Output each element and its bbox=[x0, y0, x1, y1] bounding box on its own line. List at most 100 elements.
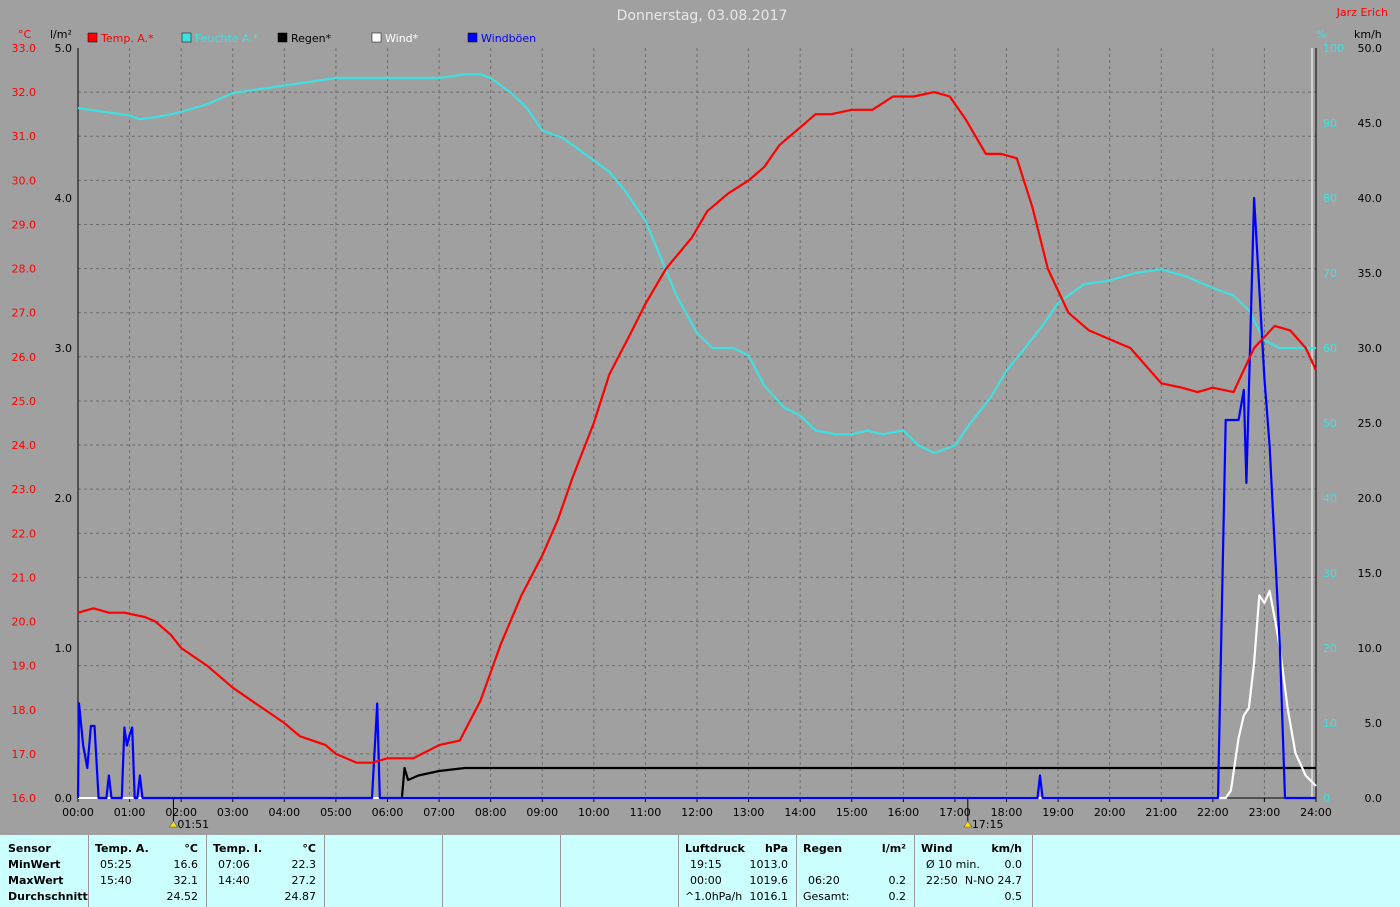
x-tick-label: 13:00 bbox=[733, 806, 765, 819]
temp-tick-label: 22.0 bbox=[12, 527, 37, 540]
sunset-icon bbox=[963, 820, 973, 828]
sunrise-icon bbox=[168, 820, 178, 828]
temp-tick-label: 16.0 bbox=[12, 792, 37, 805]
wind-tick-label: 25.0 bbox=[1358, 417, 1383, 430]
humidity-tick-label: 50 bbox=[1323, 417, 1337, 430]
temp-i-header: Temp. I. bbox=[213, 842, 263, 855]
pressure-avg-value: 1016.1 bbox=[749, 890, 789, 903]
temp-i-avg-value: 24.87 bbox=[284, 890, 317, 903]
x-tick-label: 20:00 bbox=[1094, 806, 1126, 819]
x-tick-label: 07:00 bbox=[423, 806, 455, 819]
temp-tick-label: 28.0 bbox=[12, 263, 37, 276]
x-tick-label: 11:00 bbox=[630, 806, 662, 819]
x-tick-label: 09:00 bbox=[526, 806, 558, 819]
rain-tick-label: 5.0 bbox=[55, 42, 73, 55]
pressure-header: Luftdruck bbox=[685, 842, 745, 855]
rain-max-time: 06:20 bbox=[808, 874, 840, 887]
legend-swatch bbox=[87, 32, 98, 43]
wind-max-value: N-NO 24.7 bbox=[964, 874, 1022, 887]
x-tick-label: 22:00 bbox=[1197, 806, 1229, 819]
humidity-tick-label: 80 bbox=[1323, 192, 1337, 205]
humidity-unit-label: % bbox=[1316, 28, 1326, 41]
panel-divider bbox=[914, 835, 915, 907]
rain-tick-label: 2.0 bbox=[55, 492, 73, 505]
panel-divider bbox=[88, 835, 89, 907]
pressure-min-time: 19:15 bbox=[690, 858, 722, 871]
rain-tick-label: 1.0 bbox=[55, 642, 73, 655]
legend-label: Regen* bbox=[291, 32, 332, 45]
temp-i-min-value: 22.3 bbox=[291, 858, 317, 871]
wind-max-time: 22:50 bbox=[926, 874, 958, 887]
panel-divider bbox=[442, 835, 443, 907]
x-tick-label: 12:00 bbox=[681, 806, 713, 819]
rain-unit: l/m² bbox=[881, 842, 906, 855]
wind-tick-label: 0.0 bbox=[1365, 792, 1383, 805]
panel-divider bbox=[678, 835, 679, 907]
wind-tick-label: 45.0 bbox=[1358, 117, 1383, 130]
wind-tick-label: 15.0 bbox=[1358, 567, 1383, 580]
humidity-tick-label: 90 bbox=[1323, 117, 1337, 130]
x-tick-label: 14:00 bbox=[784, 806, 816, 819]
row-label-avg: Durchschnitt bbox=[8, 890, 88, 903]
temp-tick-label: 21.0 bbox=[12, 571, 37, 584]
x-tick-label: 05:00 bbox=[320, 806, 352, 819]
temp-tick-label: 20.0 bbox=[12, 616, 37, 629]
temp-tick-label: 33.0 bbox=[12, 42, 37, 55]
temp-a-unit: °C bbox=[184, 842, 198, 855]
temp-tick-label: 27.0 bbox=[12, 307, 37, 320]
humidity-tick-label: 20 bbox=[1323, 642, 1337, 655]
sunset-label: 17:15 bbox=[972, 818, 1004, 831]
temp-a-header: Temp. A. bbox=[95, 842, 149, 855]
wind-tick-label: 40.0 bbox=[1358, 192, 1383, 205]
wind-unit: km/h bbox=[991, 842, 1022, 855]
x-tick-label: 16:00 bbox=[887, 806, 919, 819]
wind-unit-label: km/h bbox=[1354, 28, 1382, 41]
temp-tick-label: 19.0 bbox=[12, 660, 37, 673]
humidity-tick-label: 40 bbox=[1323, 492, 1337, 505]
temp-tick-label: 23.0 bbox=[12, 483, 37, 496]
row-label-min: MinWert bbox=[8, 858, 61, 871]
author-label: Jarz Erich bbox=[1336, 6, 1388, 19]
wind-header: Wind bbox=[921, 842, 953, 855]
x-tick-label: 03:00 bbox=[217, 806, 249, 819]
legend-swatch bbox=[467, 32, 478, 43]
temp-i-unit: °C bbox=[302, 842, 316, 855]
chart-title: Donnerstag, 03.08.2017 bbox=[617, 8, 788, 24]
temp-a-max-time: 15:40 bbox=[100, 874, 132, 887]
row-label-max: MaxWert bbox=[8, 874, 64, 887]
humidity-tick-label: 60 bbox=[1323, 342, 1337, 355]
temp-tick-label: 25.0 bbox=[12, 395, 37, 408]
rain-unit-label: l/m² bbox=[50, 28, 72, 41]
pressure-unit: hPa bbox=[764, 842, 788, 855]
panel-divider bbox=[796, 835, 797, 907]
x-tick-label: 00:00 bbox=[62, 806, 94, 819]
temp-i-max-time: 14:40 bbox=[218, 874, 250, 887]
rain-max-value: 0.2 bbox=[888, 874, 907, 887]
rain-tick-label: 4.0 bbox=[55, 192, 73, 205]
wind-avg-value: 0.5 bbox=[1004, 890, 1023, 903]
x-tick-label: 23:00 bbox=[1249, 806, 1281, 819]
temp-i-min-time: 07:06 bbox=[218, 858, 250, 871]
weather-chart: Donnerstag, 03.08.2017 Jarz Erich °C l/m… bbox=[12, 6, 1389, 831]
wind-tick-label: 50.0 bbox=[1358, 42, 1383, 55]
pressure-max-time: 00:00 bbox=[690, 874, 722, 887]
x-tick-label: 06:00 bbox=[372, 806, 404, 819]
temp-tick-label: 24.0 bbox=[12, 439, 37, 452]
pressure-max-value: 1019.6 bbox=[749, 874, 789, 887]
x-tick-label: 17:00 bbox=[939, 806, 971, 819]
temp-unit-label: °C bbox=[18, 28, 32, 41]
rain-header: Regen bbox=[803, 842, 843, 855]
wind-tick-label: 35.0 bbox=[1358, 267, 1383, 280]
rain-tick-label: 3.0 bbox=[55, 342, 73, 355]
temp-tick-label: 18.0 bbox=[12, 704, 37, 717]
rain-total-label: Gesamt: bbox=[803, 890, 850, 903]
humidity-tick-label: 10 bbox=[1323, 717, 1337, 730]
x-ticks: 00:00 01:00 02:00 03:00 04:00 05:00 06:00 07:00… bbox=[62, 798, 1332, 819]
panel-divider bbox=[206, 835, 207, 907]
humidity-tick-label: 30 bbox=[1323, 567, 1337, 580]
legend-swatch bbox=[277, 32, 288, 43]
x-tick-label: 04:00 bbox=[268, 806, 300, 819]
sunrise-label: 01:51 bbox=[177, 818, 209, 831]
stats-panel: Sensor MinWert MaxWert Durchschnitt Temp… bbox=[0, 835, 1400, 907]
panel-divider bbox=[1032, 835, 1033, 907]
